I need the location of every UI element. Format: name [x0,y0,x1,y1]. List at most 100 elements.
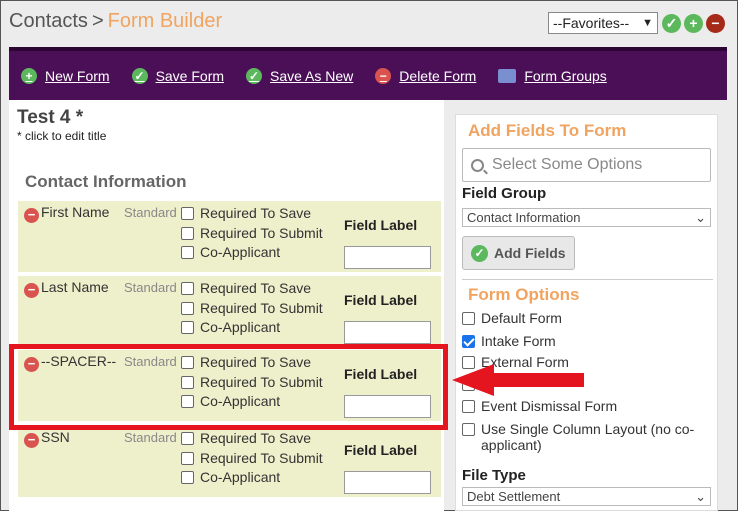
remove-icon[interactable]: − [24,433,39,448]
checkbox[interactable] [181,206,194,220]
co-applicant-option[interactable]: Co-Applicant [181,319,280,335]
remove-icon[interactable]: − [24,283,39,298]
remove-icon[interactable]: − [24,208,39,223]
breadcrumb-current: Form Builder [107,10,223,32]
checkbox[interactable] [181,375,194,389]
required-to-submit-option[interactable]: Required To Submit [181,450,323,466]
divider [462,279,713,280]
form-groups-label: Form Groups [524,67,607,84]
section-title: Contact Information [25,172,187,191]
chevron-down-icon: ▼ [642,17,653,29]
search-input[interactable]: Select Some Options [462,148,711,182]
delete-form-label: Delete Form [399,67,477,84]
save-as-new-button[interactable]: ✓ Save As New [246,67,354,84]
chevron-down-icon: ⌄ [695,488,706,504]
field-label-heading: Field Label [344,366,418,382]
option-label: Required To Save [200,354,312,370]
field-row: − --SPACER-- Standard Required To Save R… [18,350,441,421]
co-applicant-option[interactable]: Co-Applicant [181,244,280,260]
field-name: Last Name [41,279,109,295]
checkbox[interactable] [462,312,475,325]
form-title-hint: * click to edit title [17,129,107,143]
required-to-submit-option[interactable]: Required To Submit [181,300,323,316]
form-groups-button[interactable]: Form Groups [498,67,607,84]
option-label: Co-Applicant [200,469,281,485]
new-form-label: New Form [45,67,110,84]
field-row: − Last Name Standard Required To Save Re… [18,276,441,347]
option-label: Required To Submit [200,450,323,466]
checkbox[interactable] [181,451,194,465]
field-group-value: Contact Information [467,210,581,225]
add-fields-title: Add Fields To Form [468,121,627,140]
new-form-button[interactable]: + New Form [21,67,110,84]
field-label-input[interactable] [344,321,431,344]
delete-form-button[interactable]: − Delete Form [375,67,477,84]
form-option[interactable]: Intake Form [462,333,556,349]
remove-icon[interactable]: − [24,357,39,372]
save-form-label: Save Form [155,67,225,84]
form-option[interactable]: Event Dismissal Form [462,398,617,414]
option-label: Required To Submit [200,225,323,241]
field-type: Standard [124,280,177,295]
breadcrumb-parent[interactable]: Contacts [9,10,88,32]
required-to-save-option[interactable]: Required To Save [181,205,311,221]
field-label-heading: Field Label [344,217,418,233]
field-label-input[interactable] [344,471,431,494]
field-group-select[interactable]: Contact Information ⌄ [462,208,711,227]
file-type-label: File Type [462,467,526,484]
form-option[interactable]: Default Form [462,310,562,326]
required-to-submit-option[interactable]: Required To Submit [181,374,323,390]
checkbox[interactable] [181,281,194,295]
checkbox[interactable] [181,394,194,408]
checkbox[interactable] [462,423,475,436]
option-label: Co-Applicant [200,244,281,260]
form-option[interactable]: Use Single Column Layout (no co-applican… [462,421,707,453]
option-label: Required To Save [200,280,312,296]
field-type: Standard [124,354,177,369]
checkbox[interactable] [181,301,194,315]
minus-icon[interactable]: − [706,14,725,33]
required-to-save-option[interactable]: Required To Save [181,280,311,296]
field-group-label: Field Group [462,185,547,202]
check-icon: ✓ [131,67,148,84]
toolbar: + New Form ✓ Save Form ✓ Save As New − D… [9,47,727,100]
co-applicant-option[interactable]: Co-Applicant [181,393,280,409]
add-fields-panel: Add Fields To Form Select Some Options F… [455,114,718,511]
arrow-left-icon [452,364,584,396]
favorites-value: --Favorites-- [553,15,630,31]
field-name: First Name [41,204,110,220]
option-label: Co-Applicant [200,393,281,409]
save-form-button[interactable]: ✓ Save Form [131,67,225,84]
field-label-input[interactable] [344,246,431,269]
save-as-new-label: Save As New [270,67,354,84]
form-option-label: Use Single Column Layout (no co-applican… [481,421,695,453]
check-icon: ✓ [246,67,263,84]
checkbox[interactable] [181,431,194,445]
option-label: Required To Submit [200,300,323,316]
form-title[interactable]: Test 4 * [17,107,83,129]
required-to-submit-option[interactable]: Required To Submit [181,225,323,241]
checkbox[interactable] [181,320,194,334]
checkbox[interactable] [181,355,194,369]
field-type: Standard [124,430,177,445]
field-type: Standard [124,205,177,220]
option-label: Required To Save [200,205,312,221]
field-row: − First Name Standard Required To Save R… [18,201,441,272]
plus-icon[interactable]: + [684,14,703,33]
required-to-save-option[interactable]: Required To Save [181,430,311,446]
checkbox[interactable] [462,335,475,348]
check-icon[interactable]: ✓ [662,14,681,33]
checkbox[interactable] [462,400,475,413]
checkbox[interactable] [181,245,194,259]
co-applicant-option[interactable]: Co-Applicant [181,469,280,485]
favorites-select[interactable]: --Favorites-- ▼ [548,12,658,34]
form-option-label: Event Dismissal Form [481,398,618,414]
checkbox[interactable] [181,226,194,240]
add-fields-button[interactable]: ✓ Add Fields [462,236,575,270]
checkbox[interactable] [181,470,194,484]
file-type-select[interactable]: Debt Settlement ⌄ [462,487,711,506]
option-label: Required To Submit [200,374,323,390]
field-row: − SSN Standard Required To Save Required… [18,426,441,497]
field-label-input[interactable] [344,395,431,418]
required-to-save-option[interactable]: Required To Save [181,354,311,370]
